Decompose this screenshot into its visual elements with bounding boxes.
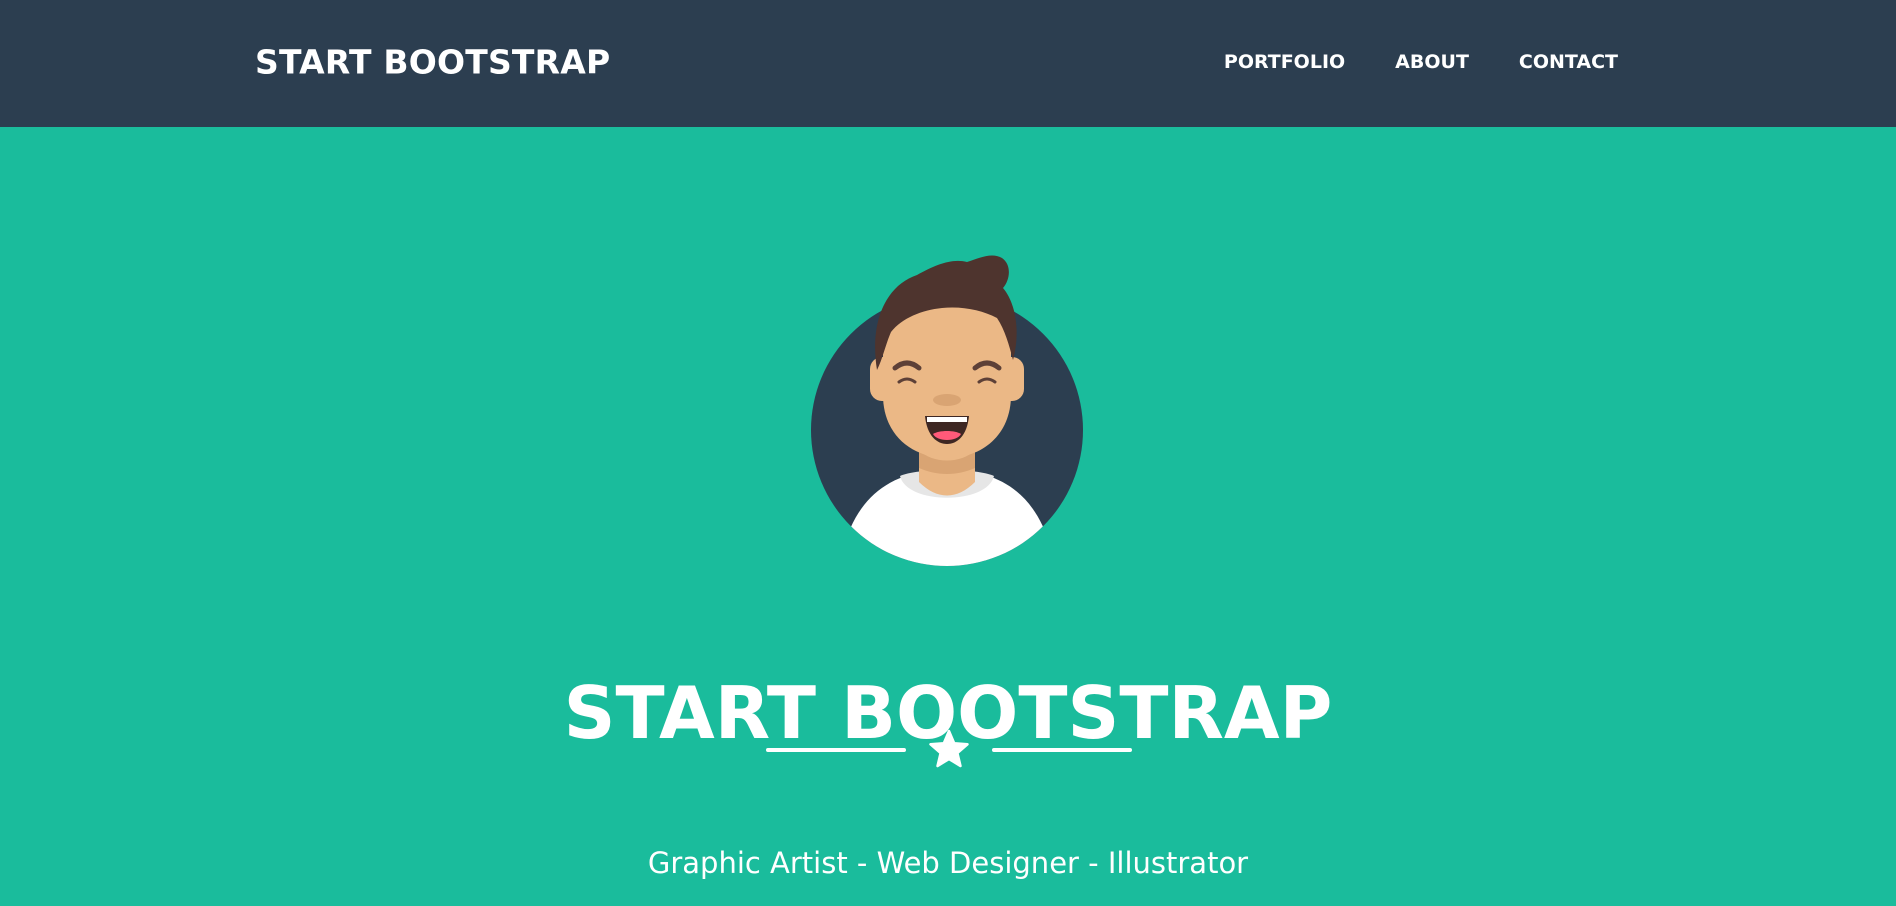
avatar-icon xyxy=(811,255,1083,566)
nav-link-portfolio[interactable]: PORTFOLIO xyxy=(1224,51,1345,73)
nav-link-about[interactable]: ABOUT xyxy=(1395,51,1469,73)
navbar: START BOOTSTRAP PORTFOLIO ABOUT CONTACT xyxy=(0,0,1896,127)
nav-links: PORTFOLIO ABOUT CONTACT xyxy=(1224,51,1618,73)
star-icon xyxy=(929,729,969,768)
navbar-brand[interactable]: START BOOTSTRAP xyxy=(255,43,610,82)
masthead-subtitle: Graphic Artist - Web Designer - Illustra… xyxy=(647,846,1249,880)
nav-link-contact[interactable]: CONTACT xyxy=(1519,51,1618,73)
divider-line-right xyxy=(992,748,1132,752)
divider-custom xyxy=(766,728,1132,772)
divider-line-left xyxy=(766,748,906,752)
